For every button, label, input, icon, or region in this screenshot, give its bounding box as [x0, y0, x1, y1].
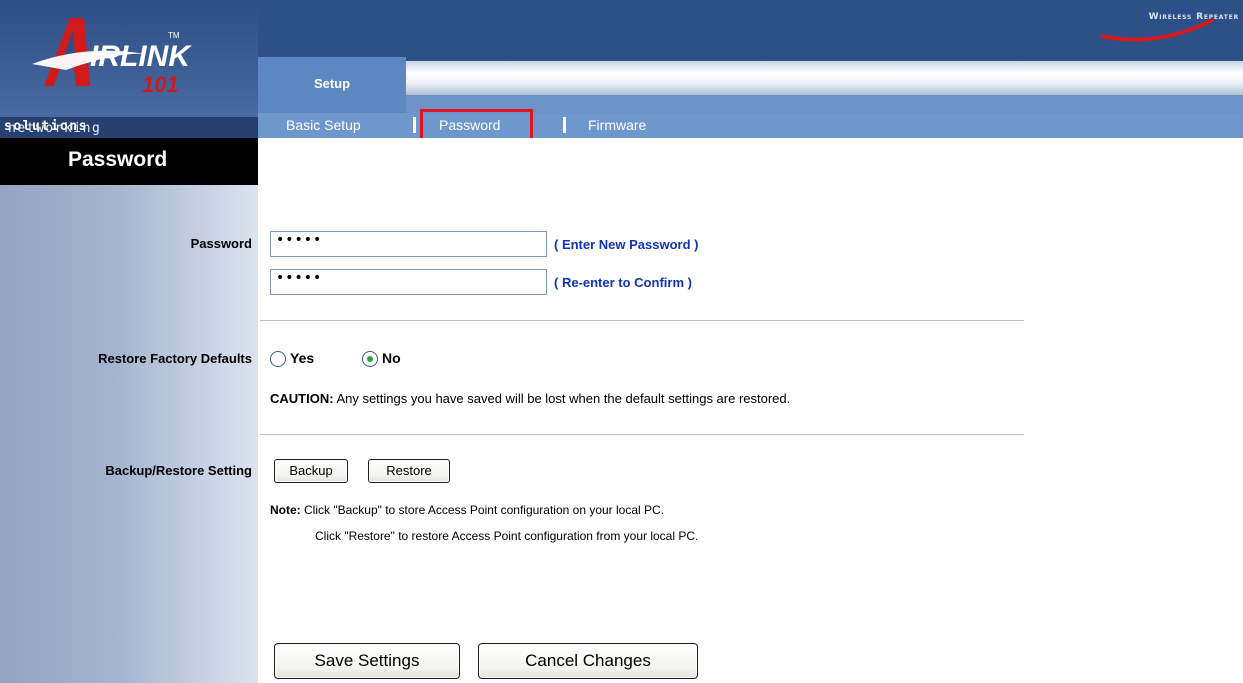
product-name: Wireless Repeater — [1148, 12, 1239, 22]
tab-bar-decoration — [406, 61, 1243, 95]
subnav-separator — [563, 117, 566, 133]
caution-text: CAUTION: Any settings you have saved wil… — [270, 391, 791, 406]
restore-defaults-label: Restore Factory Defaults — [98, 351, 252, 366]
sidebar: Password Password Restore Factory Defaul… — [0, 138, 258, 683]
airlink-logo-icon: IRLINK TM 101 — [32, 18, 192, 97]
divider — [260, 434, 1024, 435]
tab-setup[interactable]: Setup — [258, 57, 406, 113]
backup-button[interactable]: Backup — [274, 459, 348, 483]
confirm-password-hint: ( Re-enter to Confirm ) — [554, 275, 692, 290]
caution-label: CAUTION: — [270, 391, 334, 406]
svg-text:TM: TM — [168, 31, 180, 40]
logo: IRLINK TM 101 — [0, 0, 258, 118]
save-settings-button[interactable]: Save Settings — [274, 643, 460, 679]
backup-restore-label: Backup/Restore Setting — [105, 463, 252, 478]
svg-text:101: 101 — [142, 72, 179, 97]
confirm-password-input[interactable]: ••••• — [270, 269, 547, 295]
subnav-basic-setup[interactable]: Basic Setup — [286, 117, 361, 133]
password-input[interactable]: ••••• — [270, 231, 547, 257]
header: IRLINK TM 101 networking solutions Wirele… — [0, 0, 1243, 143]
cancel-changes-button[interactable]: Cancel Changes — [478, 643, 698, 679]
page-title: Password — [0, 138, 258, 185]
restore-no-radio[interactable] — [362, 351, 378, 367]
backup-note: Note: Click "Backup" to store Access Poi… — [270, 503, 665, 517]
subnav-firmware[interactable]: Firmware — [588, 117, 646, 133]
main-content: ••••• ( Enter New Password ) ••••• ( Re-… — [258, 138, 1243, 683]
password-label: Password — [190, 236, 252, 251]
product-banner: Wireless Repeater — [258, 0, 1243, 57]
restore-yes-label: Yes — [290, 350, 315, 366]
restore-button[interactable]: Restore — [368, 459, 450, 483]
divider — [260, 320, 1024, 321]
restore-yes-radio[interactable] — [270, 351, 286, 367]
restore-note: Click "Restore" to restore Access Point … — [315, 529, 699, 543]
tagline: networking solutions — [0, 117, 258, 138]
svg-text:IRLINK: IRLINK — [90, 40, 192, 73]
tab-bar: Setup — [258, 57, 1243, 113]
sub-navigation: Basic Setup Password Firmware — [258, 113, 1243, 138]
restore-no-label: No — [382, 350, 401, 366]
subnav-separator — [413, 117, 416, 133]
password-hint: ( Enter New Password ) — [554, 237, 699, 252]
